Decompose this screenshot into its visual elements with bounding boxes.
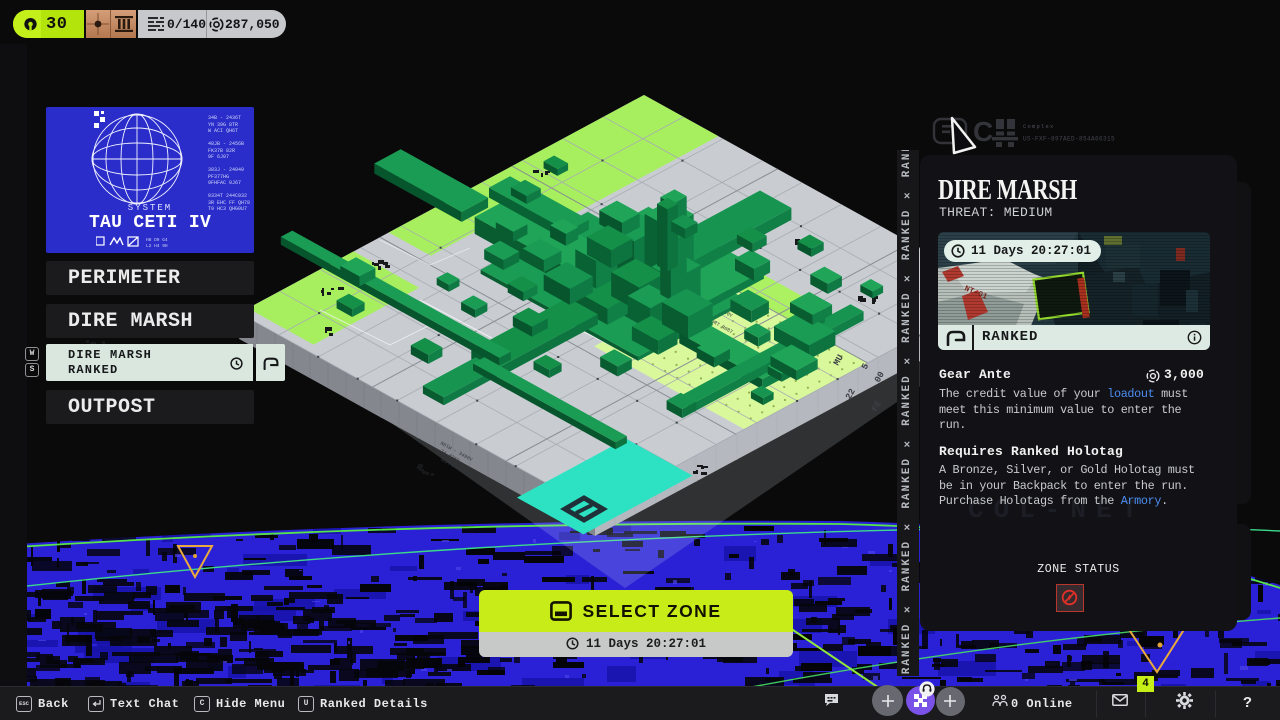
svg-text:Complex: Complex [1023, 123, 1055, 130]
svg-text:L2 H4 9H: L2 H4 9H [146, 243, 168, 249]
svg-text:H8 D9 G4: H8 D9 G4 [146, 237, 168, 243]
svg-text:US-FXF-897AED-854A66315: US-FXF-897AED-854A66315 [1023, 136, 1115, 143]
svg-text:C: C [973, 116, 993, 147]
